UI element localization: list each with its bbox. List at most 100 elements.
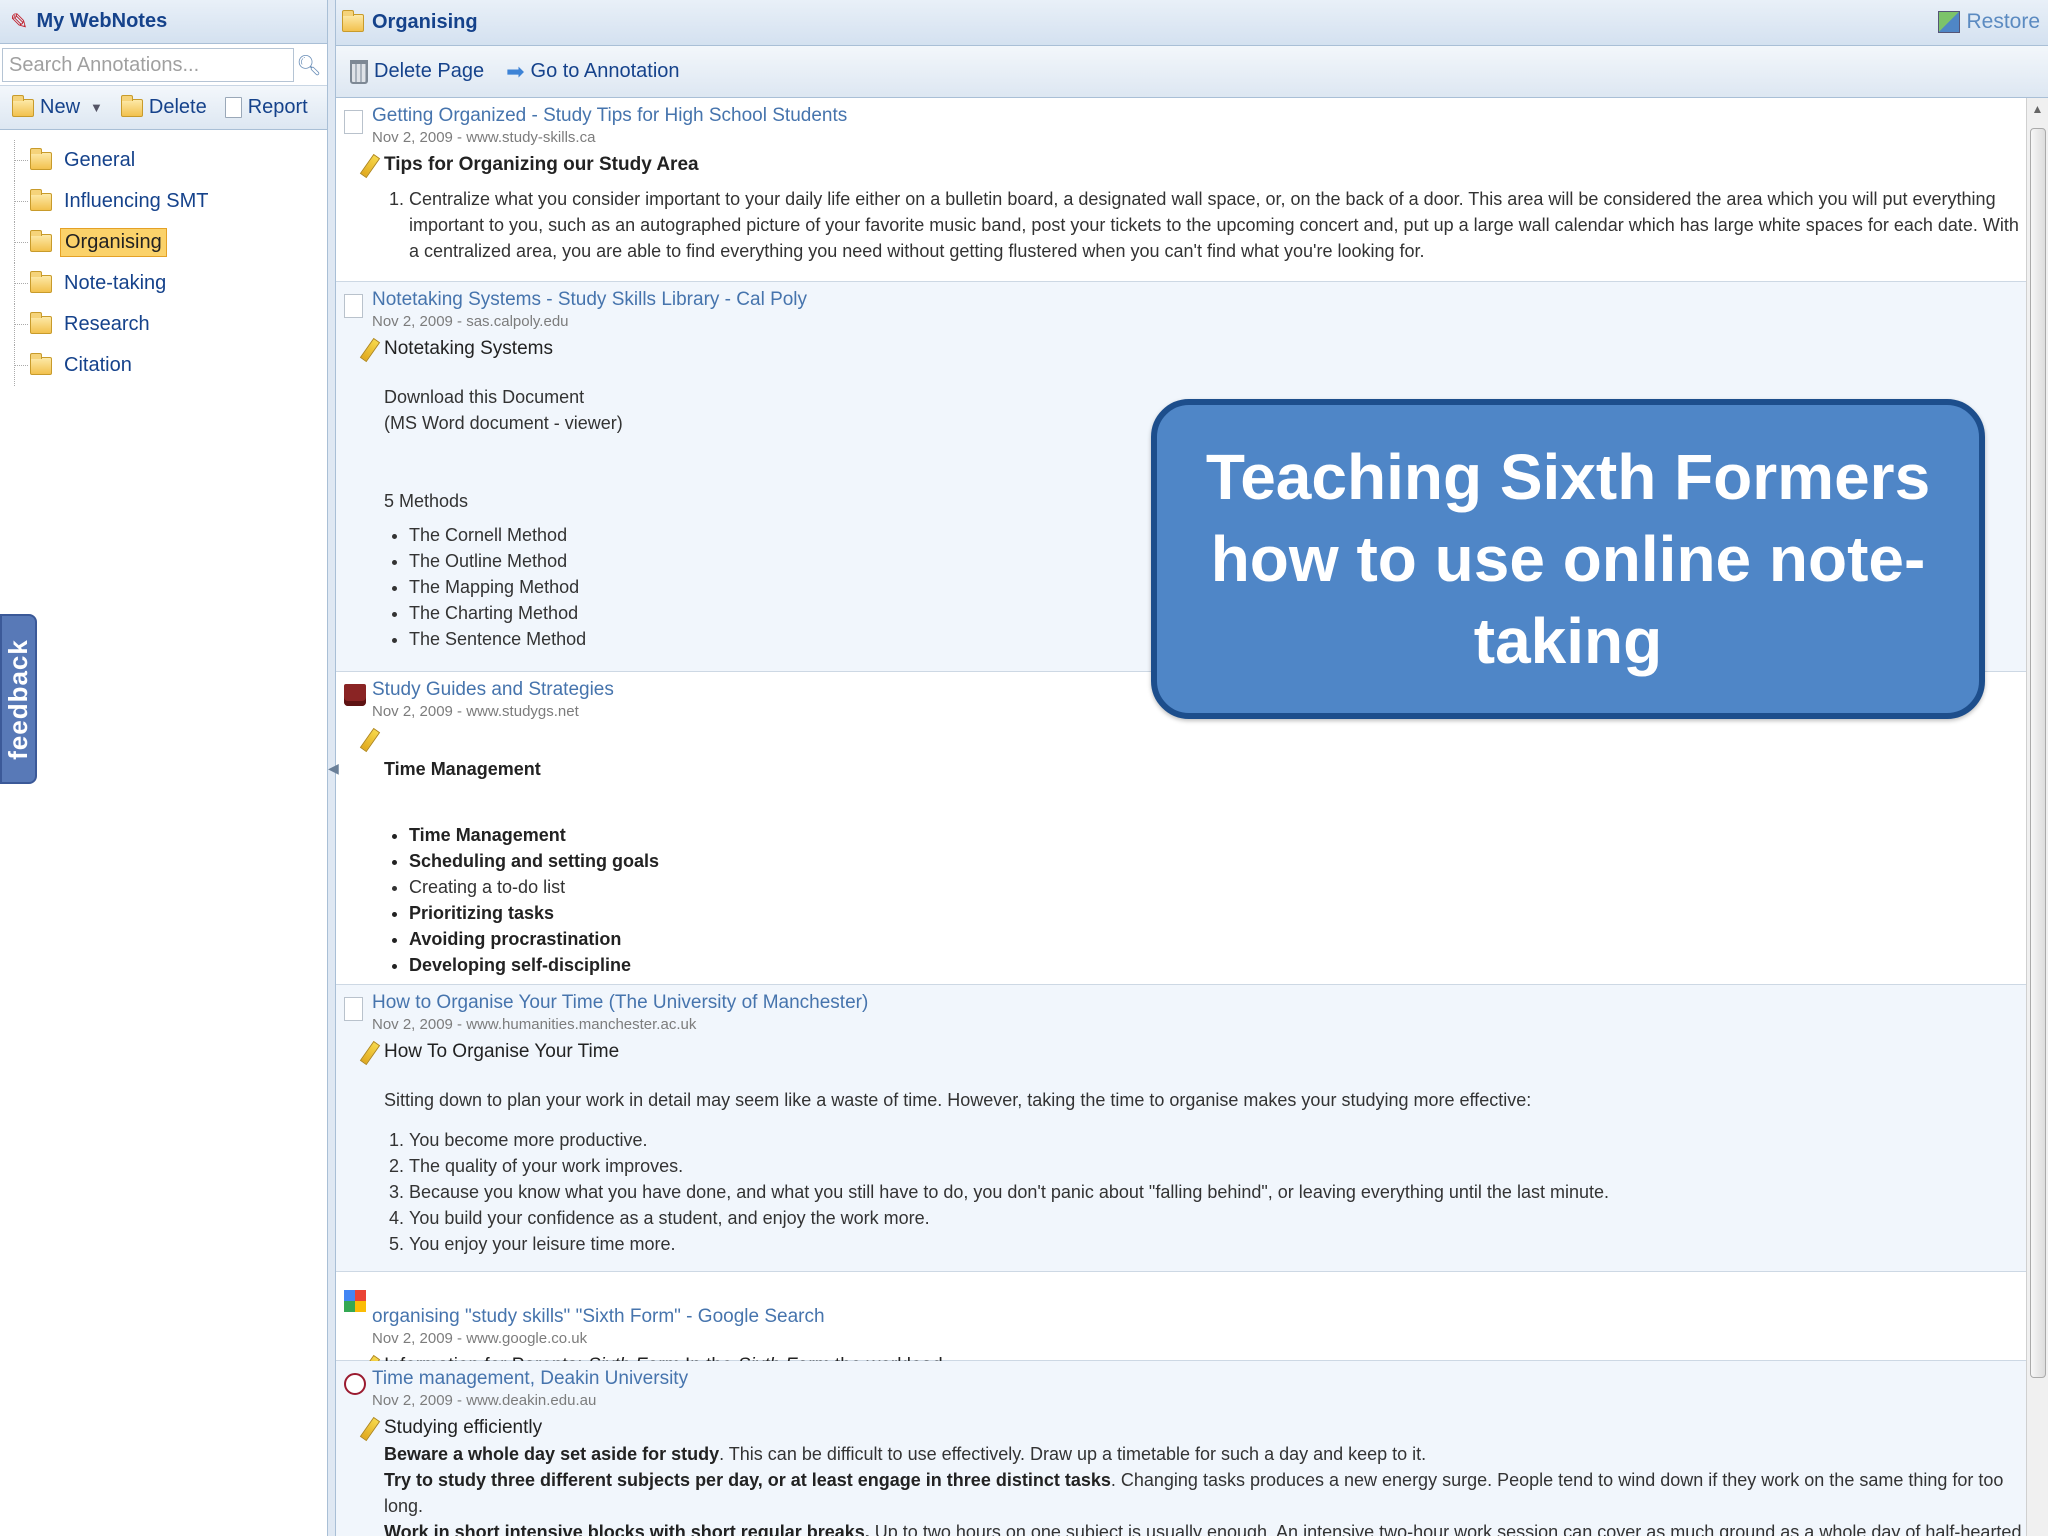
body-paragraph: Try to study three different subjects pe… xyxy=(384,1467,2026,1519)
entry-meta: Nov 2, 2009 - sas.calpoly.edu xyxy=(372,313,569,330)
list-item-text: You build your confidence as a student, … xyxy=(409,1205,2026,1231)
list-item-text: You become more productive. xyxy=(409,1127,2026,1153)
report-button[interactable]: Report xyxy=(224,96,308,119)
page-toolbar: Delete Page ➡ Go to Annotation xyxy=(336,46,2048,98)
folder-label: General xyxy=(64,149,136,171)
go-to-annotation-label: Go to Annotation xyxy=(530,60,680,82)
folder-label: Influencing SMT xyxy=(64,190,209,212)
entry-meta: Nov 2, 2009 - www.humanities.manchester.… xyxy=(372,1016,697,1033)
annotation: Tips for Organizing our Study Area xyxy=(384,152,2026,178)
highlighter-icon xyxy=(358,154,378,176)
delete-page-button[interactable]: Delete Page xyxy=(350,59,485,84)
entry-meta: Nov 2, 2009 - www.deakin.edu.au xyxy=(372,1392,597,1409)
list-item: How to Organise Your Time (The Universit… xyxy=(336,985,2026,1272)
report-label: Report xyxy=(247,96,308,118)
paragraph-text: . This can be difficult to use effective… xyxy=(719,1444,1427,1464)
callout-banner: Teaching Sixth Formers how to use online… xyxy=(1151,399,1985,719)
search-bar: 🔍︎ xyxy=(0,44,327,86)
callout-text: Teaching Sixth Formers how to use online… xyxy=(1205,441,1931,677)
entry-title-link[interactable]: Time management, Deakin University xyxy=(372,1367,2026,1391)
list-item-text: Developing self-discipline xyxy=(409,952,2026,978)
left-panel: ✎ My WebNotes 🔍︎ New ▼ Delete Report Gen… xyxy=(0,0,328,1536)
book-icon xyxy=(344,684,366,706)
folder-item-citation[interactable]: Citation xyxy=(0,345,327,386)
folder-item-general[interactable]: General xyxy=(0,140,327,181)
body-line: Sitting down to plan your work in detail… xyxy=(384,1090,1532,1110)
list-item-text: Because you know what you have done, and… xyxy=(409,1179,2026,1205)
folder-tree: General Influencing SMT Organising Note-… xyxy=(0,130,327,386)
annotation-text: Notetaking Systems xyxy=(384,338,553,359)
report-icon xyxy=(224,97,242,118)
new-folder-icon xyxy=(12,94,34,117)
feedback-tab[interactable]: feedback xyxy=(0,614,37,784)
list-item-text: Time Management xyxy=(409,822,2026,848)
annotation: Notetaking Systems xyxy=(384,336,2026,362)
list-item-text: Creating a to-do list xyxy=(409,874,2026,900)
collapse-left-icon[interactable]: ◀ xyxy=(328,748,339,788)
page-icon xyxy=(344,110,363,134)
folder-label: Research xyxy=(64,313,150,335)
list-item-text: Scheduling and setting goals xyxy=(409,848,2026,874)
main-panel: Organising Restore Delete Page ➡ Go to A… xyxy=(336,0,2048,1536)
panel-splitter[interactable]: ◀ xyxy=(328,0,339,1536)
paragraph-lead: Work in short intensive blocks with shor… xyxy=(384,1522,870,1536)
folder-title: Organising xyxy=(372,11,478,33)
list-item-text: The quality of your work improves. xyxy=(409,1153,2026,1179)
folder-item-organising[interactable]: Organising xyxy=(0,222,327,263)
folder-label: Citation xyxy=(64,354,132,376)
entry-title-link[interactable]: How to Organise Your Time (The Universit… xyxy=(372,991,2026,1015)
new-button[interactable]: New ▼ xyxy=(12,94,103,119)
search-icon[interactable]: 🔍︎ xyxy=(294,48,324,82)
restore-icon xyxy=(1938,11,1961,33)
annotation-text: Studying efficiently xyxy=(384,1417,543,1438)
folder-item-influencing-smt[interactable]: Influencing SMT xyxy=(0,181,327,222)
restore-button[interactable]: Restore xyxy=(1938,10,2040,34)
delete-folder-icon xyxy=(120,94,143,117)
restore-label: Restore xyxy=(1966,10,2040,33)
list-item-text: Avoiding procrastination xyxy=(409,926,2026,952)
list-item: Getting Organized - Study Tips for High … xyxy=(336,98,2026,282)
folder-item-research[interactable]: Research xyxy=(0,304,327,345)
list-item-text: You enjoy your leisure time more. xyxy=(409,1231,2026,1257)
scroll-thumb[interactable] xyxy=(2030,128,2046,1378)
annotation-list: Getting Organized - Study Tips for High … xyxy=(336,98,2026,1536)
search-input[interactable] xyxy=(2,48,294,82)
highlighter-icon xyxy=(358,1417,378,1439)
folder-label: Note-taking xyxy=(64,272,167,294)
folder-icon xyxy=(30,188,52,211)
folder-label: Organising xyxy=(60,228,167,257)
entry-title-link[interactable]: Notetaking Systems - Study Skills Librar… xyxy=(372,288,2026,312)
entry-meta: Nov 2, 2009 - www.study-skills.ca xyxy=(372,129,596,146)
annotation: Studying efficiently xyxy=(384,1415,2026,1441)
go-to-annotation-button[interactable]: ➡ Go to Annotation xyxy=(506,59,679,85)
entry-title-link[interactable]: Getting Organized - Study Tips for High … xyxy=(372,104,2026,128)
entry-body: Beware a whole day set aside for study. … xyxy=(384,1441,2026,1536)
paragraph-lead: Try to study three different subjects pe… xyxy=(384,1470,1111,1490)
annotation: How To Organise Your Time xyxy=(384,1039,2026,1065)
entry-meta: Nov 2, 2009 - www.google.co.uk xyxy=(372,1330,588,1347)
trash-icon xyxy=(350,59,368,84)
scroll-up-icon[interactable]: ▲ xyxy=(2027,98,2048,120)
list-item-text: Prioritizing tasks xyxy=(409,900,2026,926)
delete-button[interactable]: Delete xyxy=(120,94,207,119)
folder-icon xyxy=(30,352,52,375)
main-header: Organising Restore xyxy=(336,0,2048,46)
highlighter-icon xyxy=(358,338,378,360)
chevron-down-icon[interactable]: ▼ xyxy=(90,100,103,115)
google-icon xyxy=(344,1290,366,1312)
delete-page-label: Delete Page xyxy=(374,60,485,82)
page-icon xyxy=(344,294,363,318)
folder-icon xyxy=(342,9,364,32)
new-label: New xyxy=(40,96,81,118)
entry-title-link[interactable]: organising "study skills" "Sixth Form" -… xyxy=(372,1305,2026,1329)
body-heading: Time Management xyxy=(384,759,541,779)
folder-item-note-taking[interactable]: Note-taking xyxy=(0,263,327,304)
open-folder-icon xyxy=(30,229,52,252)
annotation-text: How To Organise Your Time xyxy=(384,1041,620,1062)
highlighter-icon xyxy=(358,1041,378,1063)
list-item-text: Centralize what you consider important t… xyxy=(409,186,2026,264)
feedback-label: feedback xyxy=(3,638,34,760)
annotation xyxy=(384,726,2026,752)
folder-icon xyxy=(30,311,52,334)
vertical-scrollbar[interactable]: ▲ xyxy=(2026,98,2048,1536)
